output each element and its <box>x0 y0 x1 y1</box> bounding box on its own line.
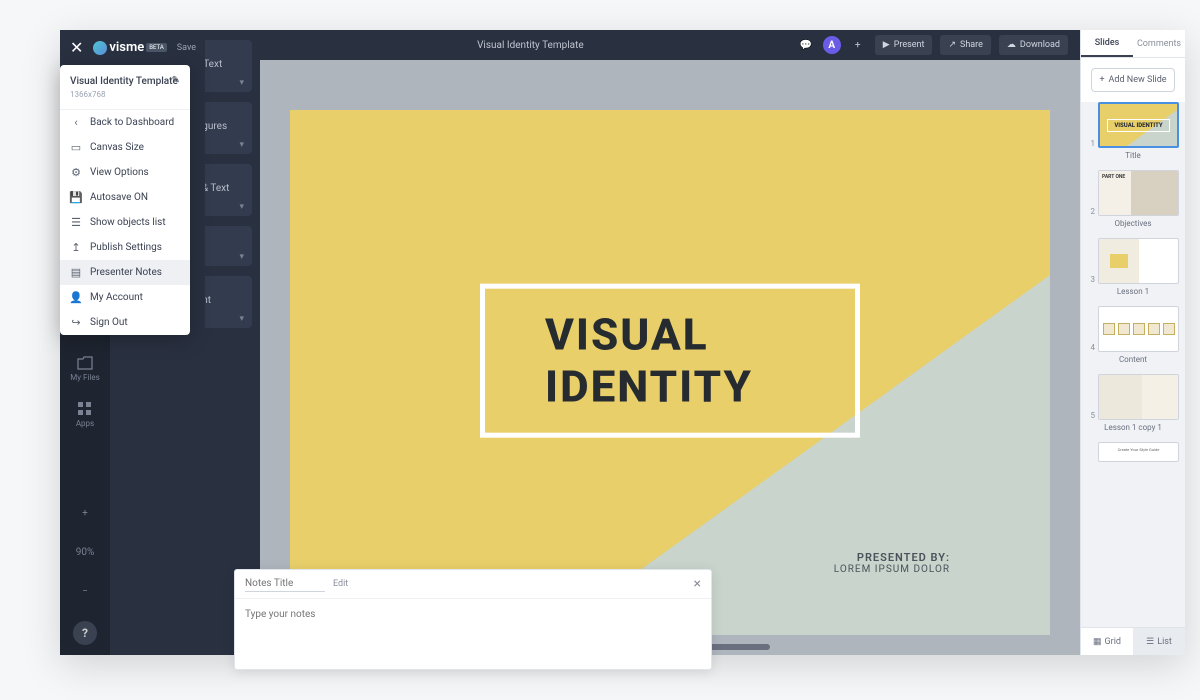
project-dimensions: 1366x768 <box>70 90 180 99</box>
zoom-out[interactable]: − <box>82 582 88 601</box>
menu-presenter-notes[interactable]: ▤Presenter Notes <box>60 260 190 285</box>
list-icon: ☰ <box>1146 637 1154 647</box>
top-bar: Visual Identity Template 💬 A + ▶Present … <box>260 30 1080 60</box>
comment-icon[interactable]: 💬 <box>797 36 815 54</box>
app-window: My Files Apps + 90% − ? THeader & Text ▾… <box>60 30 1185 655</box>
presented-by-label: PRESENTED BY: <box>834 551 950 564</box>
main-menu: ✕ visme BETA Save Visual Identity Templa… <box>60 30 205 335</box>
sidebar-my-files[interactable]: My Files <box>70 356 99 382</box>
tab-slides[interactable]: Slides <box>1081 30 1133 57</box>
slide-thumbnail-4[interactable]: 4 Content <box>1087 306 1179 364</box>
chevron-left-icon: ‹ <box>70 116 82 129</box>
tab-comments[interactable]: Comments <box>1133 30 1185 57</box>
title-frame[interactable]: VISUAL IDENTITY <box>480 283 860 437</box>
menu-my-account[interactable]: 👤My Account <box>60 285 190 310</box>
present-button[interactable]: ▶Present <box>875 35 933 55</box>
canvas-icon: ▭ <box>70 141 82 154</box>
apps-icon <box>78 402 92 416</box>
menu-autosave[interactable]: 💾Autosave ON <box>60 185 190 210</box>
notes-title-input[interactable] <box>245 576 325 592</box>
grid-view-button[interactable]: ▦Grid <box>1081 628 1133 655</box>
project-title: Visual Identity Template <box>70 75 180 88</box>
zoom-in[interactable]: + <box>82 504 88 523</box>
slide-thumbnail-6[interactable]: Create Your Style Guide <box>1087 442 1179 462</box>
subtitle-block[interactable]: PRESENTED BY: LOREM IPSUM DOLOR <box>834 551 950 575</box>
logo-icon <box>93 41 107 55</box>
slide-thumbnail-5[interactable]: 5 Lesson 1 copy 1 <box>1087 374 1179 432</box>
share-button[interactable]: ↗Share <box>940 35 990 55</box>
chevron-down-icon: ▾ <box>239 78 244 88</box>
main-area: Visual Identity Template 💬 A + ▶Present … <box>260 30 1080 655</box>
menu-view-options[interactable]: ⚙View Options <box>60 160 190 185</box>
download-button[interactable]: ☁Download <box>999 35 1068 55</box>
view-toggle: ▦Grid ☰List <box>1081 627 1185 655</box>
grid-icon: ▦ <box>1093 637 1102 647</box>
author-name: LOREM IPSUM DOLOR <box>834 564 950 575</box>
list-view-button[interactable]: ☰List <box>1133 628 1185 655</box>
sidebar-apps[interactable]: Apps <box>76 402 94 428</box>
chevron-down-icon: ▾ <box>239 202 244 212</box>
chevron-down-icon: ▾ <box>239 314 244 324</box>
avatar[interactable]: A <box>823 36 841 54</box>
slide-thumbnail-1[interactable]: 1VISUAL IDENTITY Title <box>1087 102 1179 160</box>
document-title: Visual Identity Template <box>272 40 789 51</box>
gear-icon: ⚙ <box>70 166 82 179</box>
user-icon: 👤 <box>70 291 82 304</box>
right-tabs: Slides Comments <box>1081 30 1185 58</box>
menu-objects-list[interactable]: ☰Show objects list <box>60 210 190 235</box>
menu-sign-out[interactable]: ↪Sign Out <box>60 310 190 335</box>
project-info: Visual Identity Template 1366x768 ✎ <box>60 65 190 110</box>
help-button[interactable]: ? <box>73 621 97 645</box>
list-icon: ☰ <box>70 216 82 229</box>
notes-textarea[interactable] <box>245 609 701 659</box>
download-icon: ☁ <box>1007 40 1016 50</box>
add-slide-button[interactable]: +Add New Slide <box>1091 68 1175 92</box>
add-user-icon[interactable]: + <box>849 36 867 54</box>
slides-list[interactable]: 1VISUAL IDENTITY Title 2PART ONE Objecti… <box>1081 102 1185 627</box>
signout-icon: ↪ <box>70 316 82 329</box>
slide-title[interactable]: VISUAL IDENTITY <box>545 308 795 412</box>
play-icon: ▶ <box>883 40 890 50</box>
visme-logo: visme BETA <box>93 40 166 55</box>
menu-publish[interactable]: ↥Publish Settings <box>60 235 190 260</box>
close-menu-icon[interactable]: ✕ <box>70 38 83 57</box>
save-link[interactable]: Save <box>177 43 196 53</box>
plus-icon: + <box>1099 75 1104 85</box>
menu-canvas-size[interactable]: ▭Canvas Size <box>60 135 190 160</box>
share-icon: ↗ <box>948 40 956 50</box>
save-icon: 💾 <box>70 191 82 204</box>
slide-canvas[interactable]: VISUAL IDENTITY PRESENTED BY: LOREM IPSU… <box>290 110 1050 635</box>
notes-edit-link[interactable]: Edit <box>333 579 348 589</box>
slide-thumbnail-2[interactable]: 2PART ONE Objectives <box>1087 170 1179 228</box>
menu-dropdown: Visual Identity Template 1366x768 ✎ ‹Bac… <box>60 65 190 335</box>
notes-icon: ▤ <box>70 266 82 279</box>
publish-icon: ↥ <box>70 241 82 254</box>
close-icon[interactable]: × <box>694 576 701 592</box>
menu-back-dashboard[interactable]: ‹Back to Dashboard <box>60 110 190 135</box>
edit-title-icon[interactable]: ✎ <box>172 75 180 86</box>
presenter-notes-panel: Edit × <box>234 569 712 670</box>
chevron-down-icon: ▾ <box>239 252 244 262</box>
right-panel: Slides Comments +Add New Slide 1VISUAL I… <box>1080 30 1185 655</box>
slide-thumbnail-3[interactable]: 3 Lesson 1 <box>1087 238 1179 296</box>
chevron-down-icon: ▾ <box>239 140 244 150</box>
zoom-level: 90% <box>76 543 95 562</box>
folder-icon <box>77 356 93 370</box>
